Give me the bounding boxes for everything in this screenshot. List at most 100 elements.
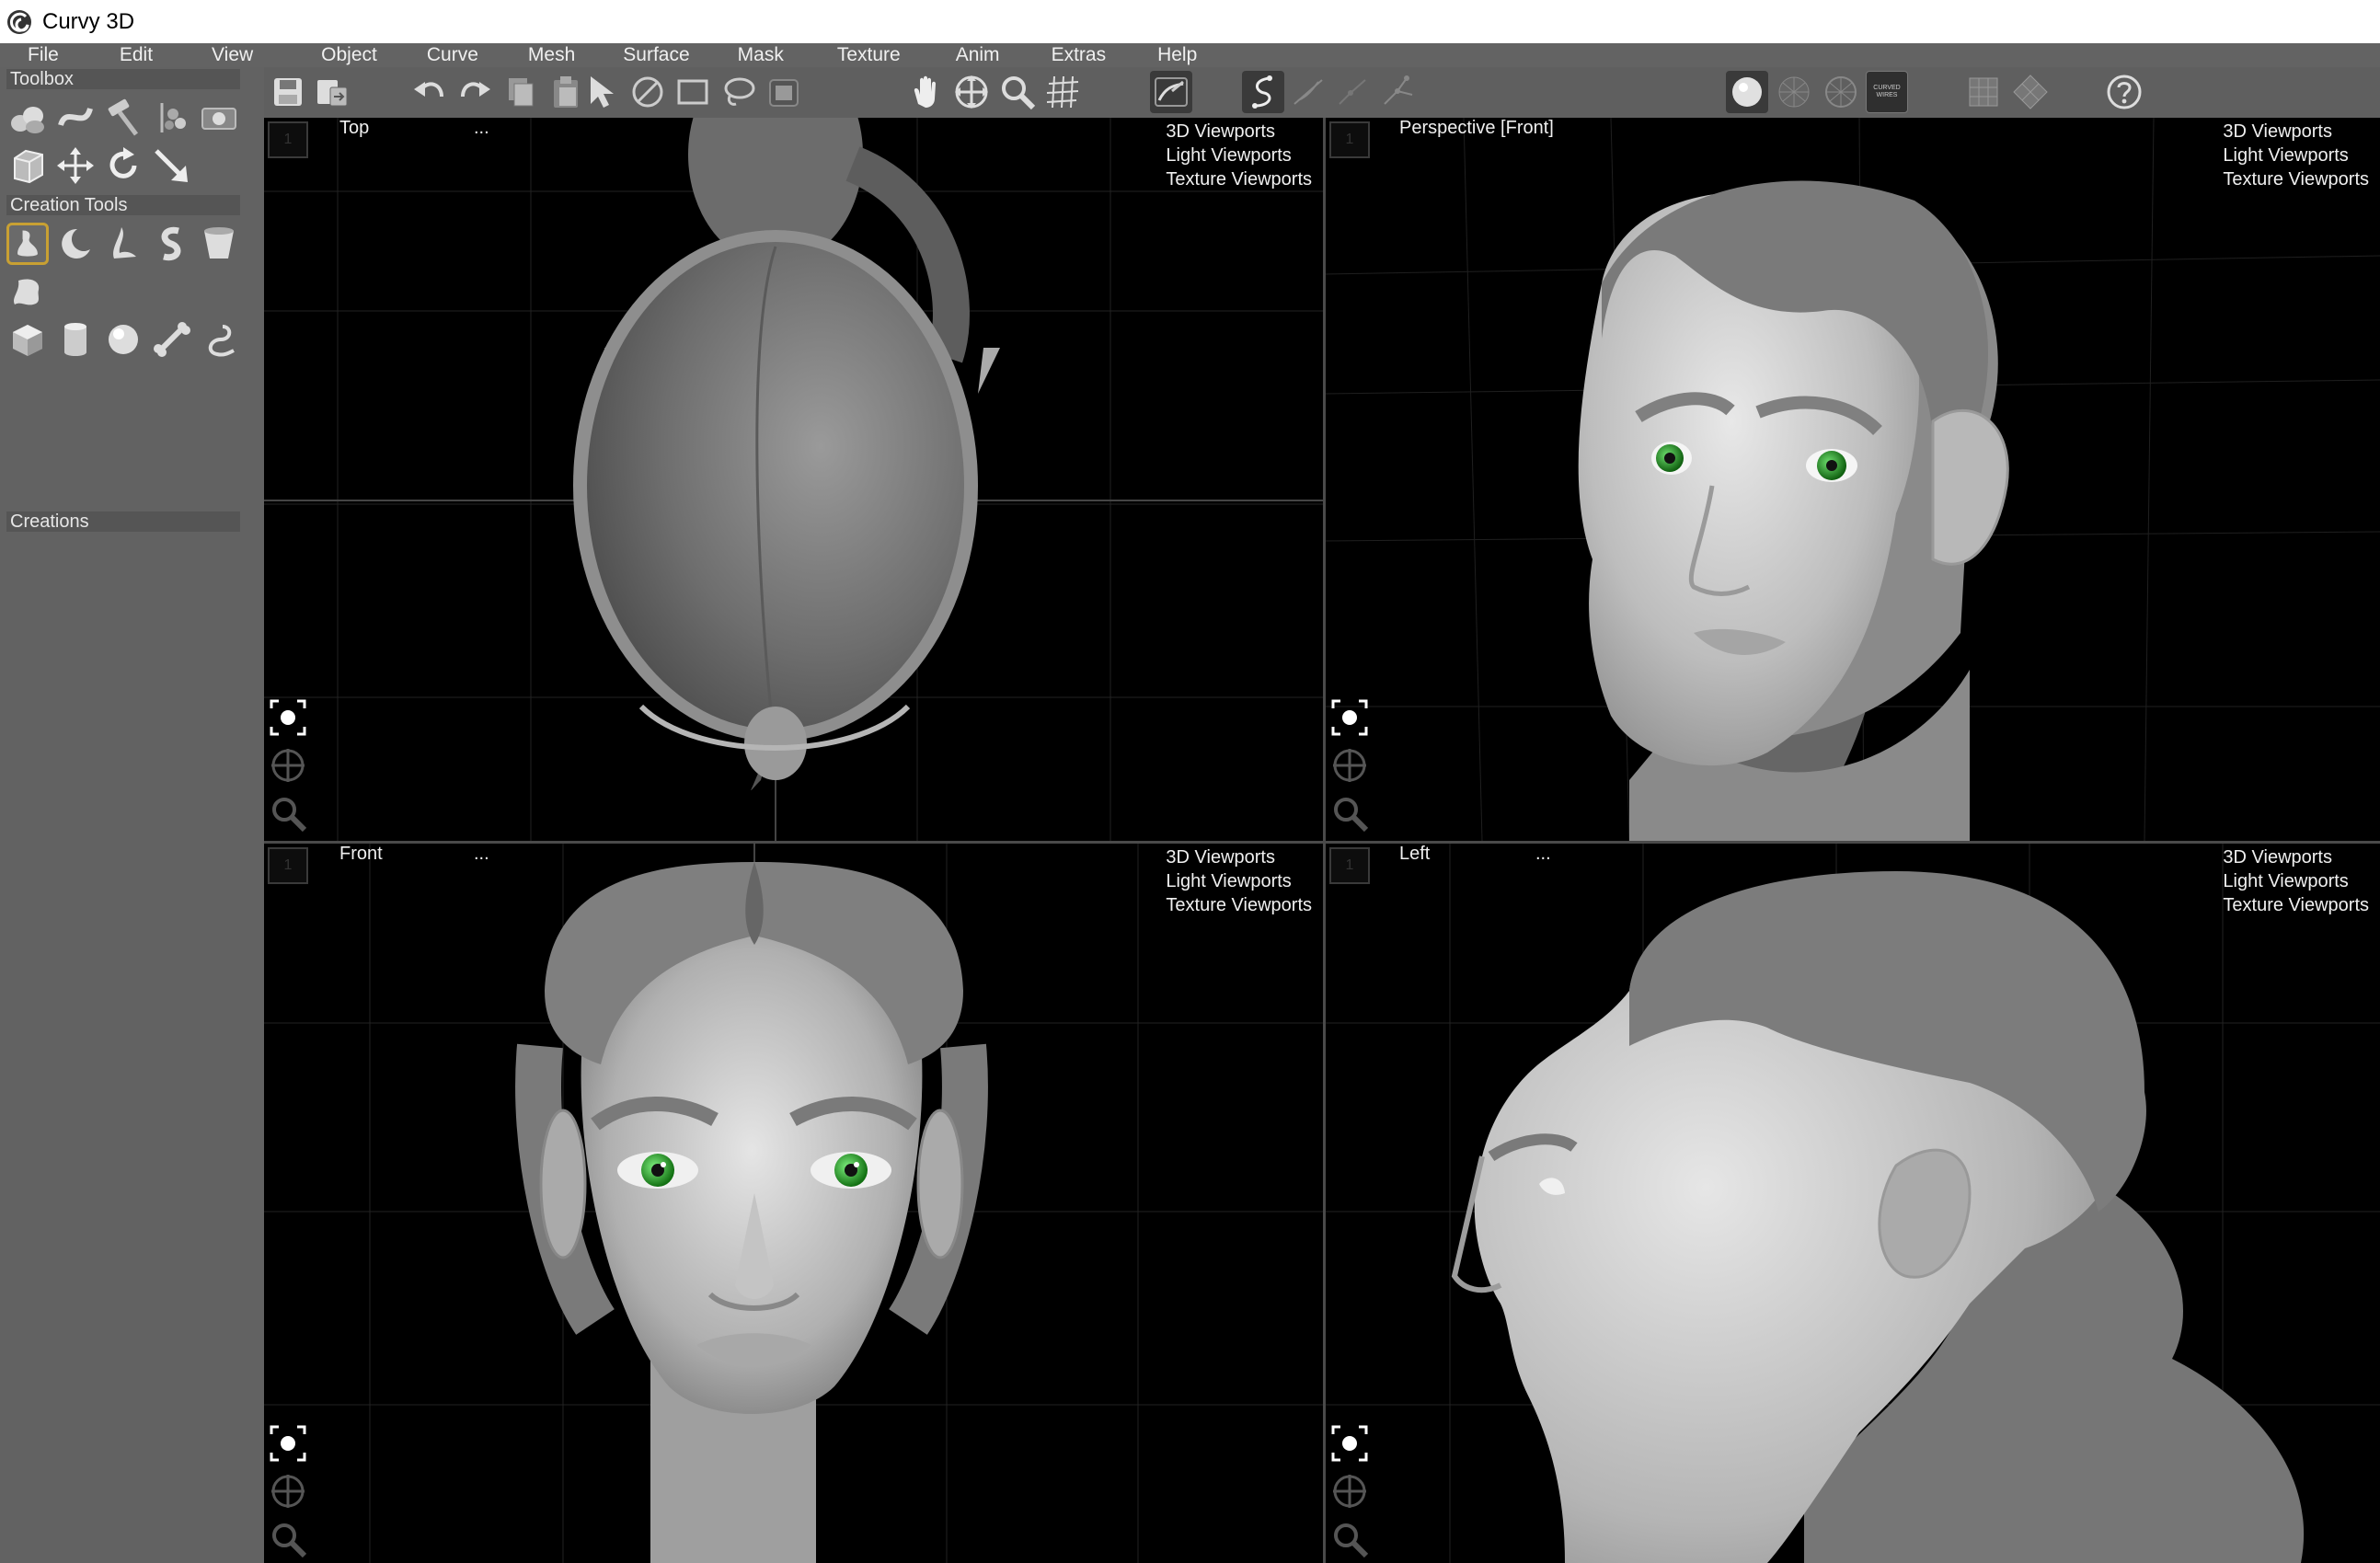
select-arrow-icon[interactable] xyxy=(581,71,624,113)
viewport-options-dots[interactable]: ... xyxy=(1535,844,1551,865)
rectangle-select-icon[interactable] xyxy=(672,71,714,113)
save-icon[interactable] xyxy=(267,71,309,113)
viewport-left[interactable]: 1 Left ... 3D Viewports Light Viewports … xyxy=(1326,844,2380,1563)
save-as-icon[interactable] xyxy=(312,71,354,113)
help-icon[interactable] xyxy=(2103,71,2145,113)
sphere-icon[interactable] xyxy=(102,318,144,361)
menu-mesh[interactable]: Mesh xyxy=(528,43,575,67)
viewport-perspective[interactable]: 1 Perspective [Front] 3D Viewports Light… xyxy=(1326,118,2380,841)
menu-light-viewports[interactable]: Light Viewports xyxy=(2223,144,2369,167)
viewport-zoom-icon[interactable] xyxy=(268,793,308,833)
frame-focus-icon[interactable] xyxy=(268,1423,308,1464)
uv-diamond-icon[interactable] xyxy=(2009,71,2052,113)
grid-icon[interactable] xyxy=(1041,71,1084,113)
orbit-icon[interactable] xyxy=(268,745,308,786)
menu-texture-viewports[interactable]: Texture Viewports xyxy=(1166,167,1312,191)
wireframe-icon[interactable] xyxy=(1820,71,1862,113)
viewport-options-dots[interactable]: ... xyxy=(474,118,489,139)
curvy-mesh-icon[interactable] xyxy=(6,97,49,139)
menu-file[interactable]: File xyxy=(28,43,59,67)
scale-arrow-icon[interactable] xyxy=(150,144,192,187)
viewport-number-button[interactable]: 1 xyxy=(1329,121,1370,158)
curved-wires-icon[interactable]: CURVED WIRES xyxy=(1866,71,1908,113)
frame-focus-icon[interactable] xyxy=(1329,697,1370,738)
viewport-number-button[interactable]: 1 xyxy=(268,121,308,158)
redo-icon[interactable] xyxy=(454,71,496,113)
menu-help[interactable]: Help xyxy=(1157,43,1197,67)
menu-3d-viewports[interactable]: 3D Viewports xyxy=(2223,845,2369,869)
viewport-title-left[interactable]: Left xyxy=(1399,844,1430,865)
vase-profile-icon[interactable] xyxy=(6,223,49,265)
curve-draw-icon[interactable] xyxy=(1242,71,1284,113)
copy-icon[interactable] xyxy=(500,71,542,113)
viewport-title-perspective[interactable]: Perspective [Front] xyxy=(1399,118,1554,139)
bone-icon[interactable] xyxy=(150,318,192,361)
menu-texture-viewports[interactable]: Texture Viewports xyxy=(1166,893,1312,917)
menu-extras[interactable]: Extras xyxy=(1052,43,1107,67)
menu-3d-viewports[interactable]: 3D Viewports xyxy=(2223,120,2369,144)
wireframe-shaded-icon[interactable] xyxy=(1773,71,1815,113)
layers-icon[interactable] xyxy=(150,97,192,139)
orbit-icon[interactable] xyxy=(268,1471,308,1511)
menu-light-viewports[interactable]: Light Viewports xyxy=(1166,144,1312,167)
menu-light-viewports[interactable]: Light Viewports xyxy=(2223,869,2369,893)
head-perspective-model xyxy=(1578,180,2009,841)
viewport-front[interactable]: 1 Front ... 3D Viewports Light Viewports… xyxy=(264,844,1323,1563)
menu-3d-viewports[interactable]: 3D Viewports xyxy=(1166,120,1312,144)
move-view-icon[interactable] xyxy=(950,71,993,113)
viewport-title-top[interactable]: Top xyxy=(339,118,369,139)
camera-capture-icon[interactable] xyxy=(763,71,805,113)
viewport-zoom-icon[interactable] xyxy=(268,1519,308,1559)
move-arrows-icon[interactable] xyxy=(54,144,97,187)
crescent-icon[interactable] xyxy=(54,223,97,265)
menu-light-viewports[interactable]: Light Viewports xyxy=(1166,869,1312,893)
menu-edit[interactable]: Edit xyxy=(120,43,153,67)
menu-object[interactable]: Object xyxy=(321,43,377,67)
viewport-render-icon[interactable] xyxy=(198,97,240,139)
pan-hand-icon[interactable] xyxy=(905,71,948,113)
menu-curve[interactable]: Curve xyxy=(427,43,478,67)
orbit-icon[interactable] xyxy=(1329,745,1370,786)
cylinder-icon[interactable] xyxy=(54,318,97,361)
lasso-select-icon[interactable] xyxy=(718,71,760,113)
frame-focus-icon[interactable] xyxy=(1329,1423,1370,1464)
twist-icon[interactable] xyxy=(54,97,97,139)
menu-view[interactable]: View xyxy=(212,43,253,67)
viewport-options-dots[interactable]: ... xyxy=(474,844,489,865)
viewport-number-button[interactable]: 1 xyxy=(1329,847,1370,884)
curve-draw-alt-icon[interactable] xyxy=(1287,71,1329,113)
viewport-title-front[interactable]: Front xyxy=(339,844,383,865)
zoom-icon[interactable] xyxy=(996,71,1039,113)
menu-texture-viewports[interactable]: Texture Viewports xyxy=(2223,893,2369,917)
hammer-icon[interactable] xyxy=(102,97,144,139)
frame-focus-icon[interactable] xyxy=(268,697,308,738)
leaf-shape-icon[interactable] xyxy=(102,223,144,265)
viewport-zoom-icon[interactable] xyxy=(1329,1519,1370,1559)
rotate-icon[interactable] xyxy=(102,144,144,187)
viewport-top[interactable]: 1 Top ... 3D Viewports Light Viewports T… xyxy=(264,118,1323,841)
bucket-icon[interactable] xyxy=(198,223,240,265)
cube-icon[interactable] xyxy=(6,318,49,361)
s-curve-icon[interactable] xyxy=(150,223,192,265)
blob-icon[interactable] xyxy=(6,270,49,313)
curve-points-icon[interactable] xyxy=(1377,71,1420,113)
menu-3d-viewports[interactable]: 3D Viewports xyxy=(1166,845,1312,869)
viewport-splitter-horizontal[interactable] xyxy=(264,841,2380,844)
no-select-icon[interactable] xyxy=(627,71,669,113)
sculpt-curve-icon[interactable] xyxy=(1150,71,1192,113)
viewport-number-button[interactable]: 1 xyxy=(268,847,308,884)
menu-texture-viewports[interactable]: Texture Viewports xyxy=(2223,167,2369,191)
bounding-box-icon[interactable] xyxy=(6,144,49,187)
undo-icon[interactable] xyxy=(408,71,451,113)
orbit-icon[interactable] xyxy=(1329,1471,1370,1511)
menu-surface[interactable]: Surface xyxy=(623,43,689,67)
hook-tube-icon[interactable] xyxy=(198,318,240,361)
curve-nodes-icon[interactable] xyxy=(1332,71,1374,113)
menu-anim[interactable]: Anim xyxy=(956,43,1000,67)
texture-grid-icon[interactable] xyxy=(1962,71,2005,113)
viewport-zoom-icon[interactable] xyxy=(1329,793,1370,833)
smooth-shaded-icon[interactable] xyxy=(1726,71,1768,113)
viewport-menu: 3D Viewports Light Viewports Texture Vie… xyxy=(2223,120,2369,191)
menu-texture[interactable]: Texture xyxy=(837,43,901,67)
menu-mask[interactable]: Mask xyxy=(738,43,784,67)
